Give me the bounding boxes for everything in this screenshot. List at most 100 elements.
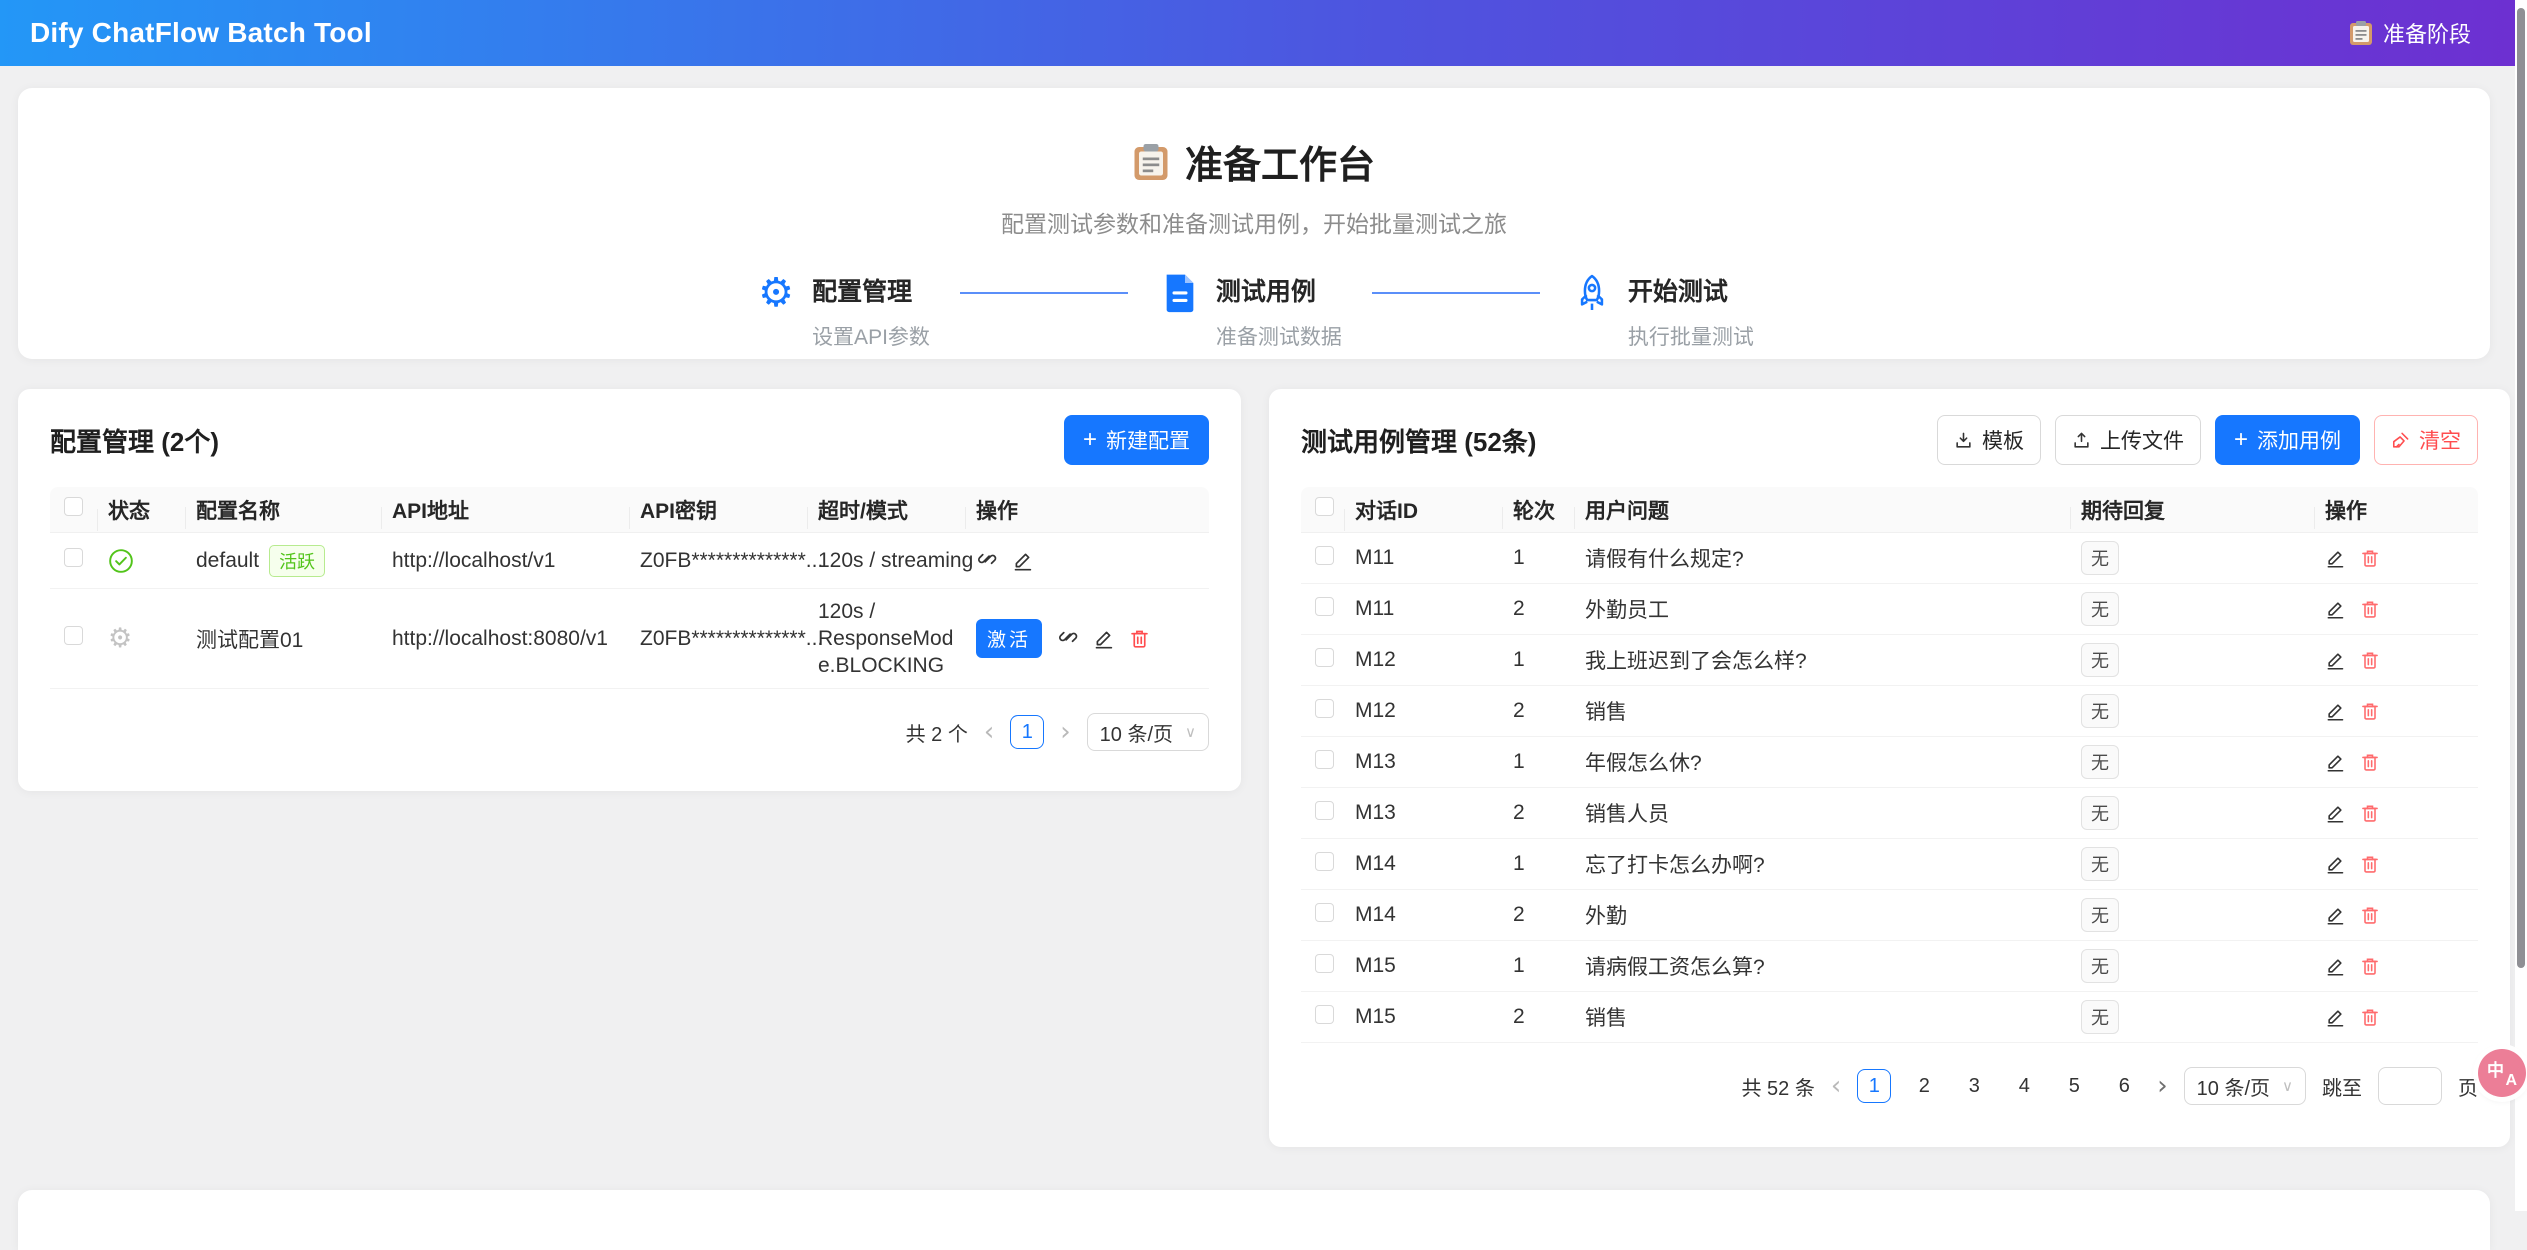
delete-icon[interactable] xyxy=(2360,905,2380,925)
scrollbar-thumb[interactable] xyxy=(2517,8,2525,968)
row-checkbox[interactable] xyxy=(1315,801,1334,820)
edit-icon[interactable] xyxy=(2325,854,2345,874)
expected-reply-tag: 无 xyxy=(2081,592,2119,626)
edit-icon[interactable] xyxy=(2325,548,2345,568)
col-status: 状态 xyxy=(98,495,186,525)
delete-icon[interactable] xyxy=(2360,956,2380,976)
new-config-button[interactable]: + 新建配置 xyxy=(1064,415,1209,465)
row-checkbox[interactable] xyxy=(1315,1005,1334,1024)
delete-icon[interactable] xyxy=(2360,854,2380,874)
edit-icon[interactable] xyxy=(2325,650,2345,670)
edit-icon[interactable] xyxy=(2325,701,2345,721)
dialog-id: M12 xyxy=(1345,648,1503,672)
jump-label: 跳至 xyxy=(2322,1072,2362,1101)
add-testcase-button[interactable]: + 添加用例 xyxy=(2215,415,2360,465)
next-page-icon[interactable]: › xyxy=(1060,722,1070,742)
edit-icon[interactable] xyxy=(1093,628,1114,649)
file-icon xyxy=(1158,273,1202,313)
dialog-id: M13 xyxy=(1345,801,1503,825)
activate-button[interactable]: 激活 xyxy=(976,619,1042,658)
edit-icon[interactable] xyxy=(2325,905,2345,925)
delete-icon[interactable] xyxy=(1129,628,1150,649)
testcase-row: M13 2 销售人员 无 xyxy=(1301,788,2478,839)
turn: 2 xyxy=(1503,801,1575,825)
prepare-workbench-card: 准备工作台 配置测试参数和准备测试用例，开始批量测试之旅 ⚙ 配置管理 设置AP… xyxy=(18,88,2490,359)
page-number[interactable]: 1 xyxy=(1857,1069,1891,1103)
translate-floating-button[interactable]: 中 A xyxy=(2478,1049,2526,1097)
upload-file-button[interactable]: 上传文件 xyxy=(2055,415,2201,465)
gear-icon: ⚙ xyxy=(754,273,798,313)
template-button[interactable]: 模板 xyxy=(1937,415,2041,465)
row-checkbox[interactable] xyxy=(1315,699,1334,718)
row-checkbox[interactable] xyxy=(1315,546,1334,565)
row-checkbox[interactable] xyxy=(1315,954,1334,973)
test-connection-icon[interactable] xyxy=(1057,628,1078,649)
page-number[interactable]: 1 xyxy=(1010,715,1044,749)
row-checkbox[interactable] xyxy=(1315,903,1334,922)
delete-icon[interactable] xyxy=(2360,803,2380,823)
page-number[interactable]: 6 xyxy=(2107,1069,2141,1103)
expected-reply-tag: 无 xyxy=(2081,898,2119,932)
status-active-icon xyxy=(98,548,186,574)
edit-icon[interactable] xyxy=(2325,1007,2345,1027)
edit-icon[interactable] xyxy=(2325,752,2345,772)
edit-icon[interactable] xyxy=(2325,599,2345,619)
page-number[interactable]: 4 xyxy=(2007,1069,2041,1103)
api-key: Z0FB**************... xyxy=(630,549,808,573)
plus-icon: + xyxy=(2234,430,2248,450)
page-size-select[interactable]: 10 条/页 ∨ xyxy=(1087,713,1209,751)
row-checkbox[interactable] xyxy=(1315,648,1334,667)
delete-icon[interactable] xyxy=(2360,752,2380,772)
clear-button[interactable]: 清空 xyxy=(2374,415,2478,465)
scrollbar-track[interactable] xyxy=(2515,0,2527,1211)
col-name: 配置名称 xyxy=(186,495,382,525)
testcase-row: M12 2 销售 无 xyxy=(1301,686,2478,737)
row-checkbox[interactable] xyxy=(1315,597,1334,616)
user-question: 忘了打卡怎么办啊? xyxy=(1575,849,2071,879)
row-checkbox[interactable] xyxy=(64,626,83,645)
page-title: 准备工作台 xyxy=(1185,134,1375,189)
select-all-checkbox[interactable] xyxy=(1315,497,1334,516)
test-connection-icon[interactable] xyxy=(976,550,997,571)
page-number[interactable]: 2 xyxy=(1907,1069,1941,1103)
prev-page-icon[interactable]: ‹ xyxy=(1831,1076,1841,1096)
testcase-row: M11 1 请假有什么规定? 无 xyxy=(1301,533,2478,584)
row-checkbox[interactable] xyxy=(1315,852,1334,871)
turn: 1 xyxy=(1503,546,1575,570)
user-question: 销售 xyxy=(1575,1002,2071,1032)
delete-icon[interactable] xyxy=(2360,548,2380,568)
page-number[interactable]: 3 xyxy=(1957,1069,1991,1103)
testcase-row: M14 2 外勤 无 xyxy=(1301,890,2478,941)
prev-page-icon[interactable]: ‹ xyxy=(984,722,994,742)
turn: 1 xyxy=(1503,648,1575,672)
delete-icon[interactable] xyxy=(2360,701,2380,721)
testcase-table: 对话ID 轮次 用户问题 期待回复 操作 M11 1 请假有什么规定? 无 M1… xyxy=(1301,487,2478,1043)
user-question: 请假有什么规定? xyxy=(1575,543,2071,573)
jump-page-input[interactable] xyxy=(2378,1067,2442,1105)
upload-icon xyxy=(2072,431,2091,450)
edit-icon[interactable] xyxy=(2325,803,2345,823)
delete-icon[interactable] xyxy=(2360,1007,2380,1027)
page-size-select[interactable]: 10 条/页 ∨ xyxy=(2184,1067,2306,1105)
edit-icon[interactable] xyxy=(2325,956,2345,976)
app-title: Dify ChatFlow Batch Tool xyxy=(30,17,372,49)
delete-icon[interactable] xyxy=(2360,650,2380,670)
clear-broom-icon xyxy=(2391,431,2410,450)
turn: 2 xyxy=(1503,699,1575,723)
select-all-checkbox[interactable] xyxy=(64,497,83,516)
download-icon xyxy=(1954,431,1973,450)
step-sublabel: 准备测试数据 xyxy=(1216,321,1342,351)
delete-icon[interactable] xyxy=(2360,599,2380,619)
testcase-panel-title: 测试用例管理 (52条) xyxy=(1301,422,1536,459)
next-section-card xyxy=(18,1190,2490,1250)
api-url: http://localhost/v1 xyxy=(382,549,630,573)
col-actions: 操作 xyxy=(2315,495,2478,525)
page-number[interactable]: 5 xyxy=(2057,1069,2091,1103)
row-checkbox[interactable] xyxy=(64,548,83,567)
timeout-mode: 120s / streaming xyxy=(808,549,966,573)
col-question: 用户问题 xyxy=(1575,495,2071,525)
row-checkbox[interactable] xyxy=(1315,750,1334,769)
next-page-icon[interactable]: › xyxy=(2157,1076,2167,1096)
edit-icon[interactable] xyxy=(1012,550,1033,571)
step-connector-line xyxy=(1372,292,1540,294)
